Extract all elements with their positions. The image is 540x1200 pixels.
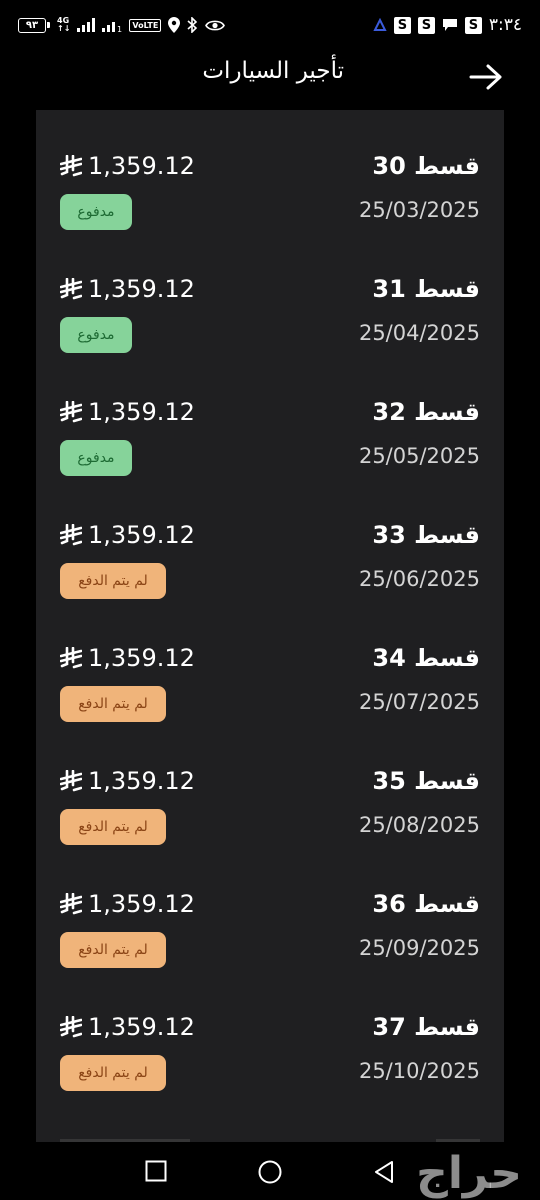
installment-amount: 1,359.12 [60, 152, 195, 180]
notification-s-icon: S [464, 16, 482, 34]
installment-title: قسط 34 [372, 644, 480, 672]
installment-title: قسط 33 [372, 521, 480, 549]
installment-amount-value: 1,359.12 [88, 767, 195, 795]
riyal-currency-icon [60, 893, 82, 915]
status-badge-paid: مدفوع [60, 440, 132, 476]
installment-title: قسط 36 [372, 890, 480, 918]
bluetooth-icon [187, 17, 198, 33]
riyal-currency-icon [60, 155, 82, 177]
home-button[interactable] [258, 1160, 282, 1184]
installment-due-date: 25/08/2025 [358, 813, 480, 837]
installment-title: قسط 31 [372, 275, 480, 303]
svg-text:1: 1 [117, 25, 122, 32]
riyal-currency-icon [60, 647, 82, 669]
riyal-currency-icon [60, 1016, 82, 1038]
status-badge-unpaid: لم يتم الدفع [60, 563, 166, 599]
status-badge-paid: مدفوع [60, 194, 132, 230]
chat-notification-icon [442, 19, 457, 31]
riyal-currency-icon [60, 524, 82, 546]
location-icon [168, 17, 181, 33]
signal-strength-sim2-icon: 1 [102, 22, 122, 32]
status-badge-unpaid: لم يتم الدفع [60, 1055, 166, 1091]
recent-apps-button[interactable] [145, 1160, 167, 1182]
installment-row[interactable]: قسط 35 25/08/2025 1,359.12 لم يتم الدفع [36, 725, 504, 848]
installments-list[interactable]: قسط 30 25/03/2025 1,359.12 مدفوع قسط 31 25/04… [36, 110, 504, 1142]
installment-amount-value: 1,359.12 [88, 1013, 195, 1041]
back-nav-button[interactable] [373, 1160, 395, 1184]
status-badge-unpaid: لم يتم الدفع [60, 932, 166, 968]
installment-amount: 1,359.12 [60, 890, 195, 918]
installment-amount: 1,359.12 [60, 1013, 195, 1041]
haraj-watermark: حراج [416, 1148, 524, 1199]
installment-amount-value: 1,359.12 [88, 890, 195, 918]
installment-due-date: 25/03/2025 [358, 198, 480, 222]
network-type-icon: 4G ↑↓ [57, 16, 71, 33]
installment-row[interactable]: قسط 37 25/10/2025 1,359.12 لم يتم الدفع [36, 971, 504, 1094]
riyal-currency-icon [60, 401, 82, 423]
installment-amount-value: 1,359.12 [88, 521, 195, 549]
battery-level: ٩٣ [18, 17, 46, 33]
notification-s-icon: S [393, 16, 411, 34]
installment-amount-value: 1,359.12 [88, 644, 195, 672]
status-bar-right: S S S ٣:٣٤ [373, 15, 522, 35]
back-arrow-icon[interactable] [468, 63, 504, 91]
installment-row[interactable]: قسط 32 25/05/2025 1,359.12 مدفوع [36, 356, 504, 479]
installment-amount-value: 1,359.12 [88, 398, 195, 426]
installment-amount: 1,359.12 [60, 398, 195, 426]
installment-title: قسط 37 [372, 1013, 480, 1041]
installment-row[interactable]: قسط 34 25/07/2025 1,359.12 لم يتم الدفع [36, 602, 504, 725]
installment-due-date: 25/04/2025 [358, 321, 480, 345]
page-title: تأجير السيارات [202, 58, 344, 84]
status-badge-paid: مدفوع [60, 317, 132, 353]
volte-badge: VoLTE [129, 18, 162, 32]
signal-strength-icon [77, 18, 96, 32]
installment-row[interactable]: قسط 30 25/03/2025 1,359.12 مدفوع [36, 110, 504, 233]
installment-amount-value: 1,359.12 [88, 152, 195, 180]
notification-s-icon: S [417, 16, 435, 34]
status-badge-unpaid: لم يتم الدفع [60, 809, 166, 845]
installment-due-date: 25/06/2025 [358, 567, 480, 591]
installment-amount: 1,359.12 [60, 521, 195, 549]
status-badge-unpaid: لم يتم الدفع [60, 686, 166, 722]
installment-title: قسط 30 [372, 152, 480, 180]
installment-due-date: 25/07/2025 [358, 690, 480, 714]
app-notification-icon [373, 18, 387, 31]
installment-title: قسط 32 [372, 398, 480, 426]
installment-amount: 1,359.12 [60, 767, 195, 795]
installment-due-date: 25/05/2025 [358, 444, 480, 468]
installment-title: قسط 35 [372, 767, 480, 795]
riyal-currency-icon [60, 770, 82, 792]
installment-due-date: 25/09/2025 [358, 936, 480, 960]
riyal-currency-icon [60, 278, 82, 300]
status-bar-clock: ٣:٣٤ [488, 15, 522, 35]
installment-amount: 1,359.12 [60, 275, 195, 303]
app-header: تأجير السيارات [0, 50, 540, 106]
battery-icon: ٩٣ [18, 17, 50, 33]
installment-row[interactable]: قسط 33 25/06/2025 1,359.12 لم يتم الدفع [36, 479, 504, 602]
status-bar-left: ٩٣ 4G ↑↓ 1 VoLTE [18, 16, 226, 33]
installment-amount: 1,359.12 [60, 644, 195, 672]
eye-comfort-icon [205, 20, 226, 30]
installment-row[interactable]: قسط 36 25/09/2025 1,359.12 لم يتم الدفع [36, 848, 504, 971]
installment-amount-value: 1,359.12 [88, 275, 195, 303]
installment-due-date: 25/10/2025 [358, 1059, 480, 1083]
partial-list-item [36, 1127, 504, 1142]
status-bar: ٩٣ 4G ↑↓ 1 VoLTE S S S ٣:٣٤ [0, 0, 540, 50]
installment-row[interactable]: قسط 31 25/04/2025 1,359.12 مدفوع [36, 233, 504, 356]
